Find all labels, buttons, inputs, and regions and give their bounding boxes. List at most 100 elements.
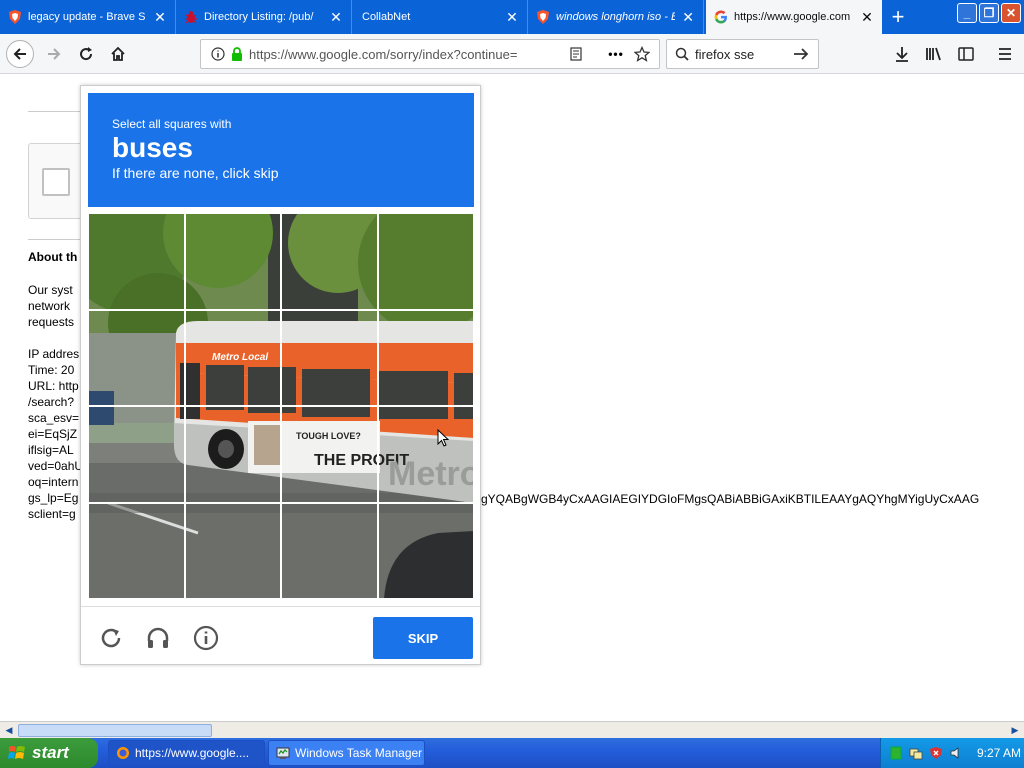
search-bar[interactable]: firefox sse [666, 39, 819, 69]
close-icon[interactable]: ✕ [860, 9, 874, 25]
info-challenge-icon[interactable] [193, 625, 219, 651]
page-actions-icon[interactable]: ••• [603, 41, 629, 67]
grid-tile[interactable] [88, 406, 185, 503]
reload-challenge-icon[interactable] [98, 625, 124, 651]
horizontal-scrollbar[interactable]: ◀ ▶ [0, 721, 1024, 738]
close-icon[interactable]: ✕ [681, 9, 695, 25]
text-line: iflsig=AL [28, 443, 74, 457]
bug-icon [184, 10, 198, 24]
hamburger-menu-icon [999, 48, 1011, 60]
tab-label: windows longhorn iso - B [556, 11, 676, 23]
tab-legacy-update[interactable]: legacy update - Brave S ✕ [0, 0, 176, 34]
text-line: IP addres [28, 347, 80, 361]
grid-tile[interactable] [281, 502, 378, 599]
brave-shield-icon [536, 10, 550, 24]
downloads-button[interactable] [888, 40, 916, 68]
minimize-button[interactable]: _ [957, 3, 977, 23]
grid-tile[interactable] [184, 309, 281, 406]
brave-shield-icon [8, 10, 22, 24]
search-go-arrow-icon[interactable] [788, 41, 814, 67]
sidebar-icon [958, 47, 974, 61]
url-text[interactable]: https://www.google.com/sorry/index?conti… [249, 47, 563, 62]
audio-challenge-icon[interactable] [145, 625, 171, 651]
start-button[interactable]: start [0, 738, 98, 768]
library-button[interactable] [920, 40, 948, 68]
tab-google[interactable]: https://www.google.com ✕ [706, 0, 882, 34]
taskbar-item-task-manager[interactable]: Windows Task Manager [268, 740, 425, 766]
window-controls: _ ❐ ✕ [957, 3, 1021, 23]
tab-collabnet[interactable]: CollabNet ✕ [352, 0, 528, 34]
tab-label: https://www.google.com [734, 11, 851, 23]
text-line: gs_lp=Eg [28, 491, 79, 505]
text-line: ei=EqSjZ [28, 427, 78, 441]
library-icon [926, 47, 941, 61]
grid-tile[interactable] [184, 213, 281, 310]
close-icon[interactable]: ✕ [505, 9, 519, 25]
reload-icon [80, 47, 93, 61]
close-icon[interactable]: ✕ [153, 9, 167, 25]
tray-network-icon[interactable] [909, 746, 923, 760]
divider [28, 239, 88, 240]
grid-tile[interactable] [184, 406, 281, 503]
grid-tile[interactable] [88, 309, 185, 406]
grid-tile[interactable] [281, 406, 378, 503]
forward-button[interactable] [40, 40, 68, 68]
reload-button[interactable] [72, 40, 100, 68]
restore-button[interactable]: ❐ [979, 3, 999, 23]
bookmark-star-icon[interactable] [629, 41, 655, 67]
taskbar-item-label: https://www.google.... [135, 746, 250, 760]
forward-arrow-icon [48, 48, 61, 60]
google-g-icon [714, 10, 728, 24]
mouse-cursor-icon [437, 429, 449, 447]
menu-button[interactable] [991, 40, 1019, 68]
home-button[interactable] [104, 40, 132, 68]
tray-volume-icon[interactable] [949, 746, 963, 760]
tray-security-alert-icon[interactable] [929, 746, 943, 760]
close-window-button[interactable]: ✕ [1001, 3, 1021, 23]
scroll-left-arrow-icon[interactable]: ◀ [1, 723, 17, 738]
back-arrow-icon [13, 48, 26, 60]
firefox-icon [115, 745, 131, 761]
challenge-header: Select all squares with buses If there a… [88, 93, 474, 207]
gs-lp-overflow-text: gYQABgWGB4yCxAAGIAEGIYDGIoFMgsQABiABBiGA… [481, 492, 980, 506]
back-button[interactable] [6, 40, 34, 68]
image-grid: TOUGH LOVE? THE PROFIT Metro Metro Local [88, 213, 474, 599]
grid-tile[interactable] [184, 502, 281, 599]
tab-directory-listing[interactable]: Directory Listing: /pub/ ✕ [176, 0, 352, 34]
grid-tile[interactable] [88, 213, 185, 310]
text-line: Time: 20 [28, 363, 75, 377]
scroll-right-arrow-icon[interactable]: ▶ [1007, 723, 1023, 738]
taskbar-item-label: Windows Task Manager [295, 746, 423, 760]
instruction-text: Select all squares with [112, 117, 232, 131]
taskbar-item-firefox[interactable]: https://www.google.... [108, 740, 265, 766]
grid-tile[interactable] [377, 502, 474, 599]
grid-tile[interactable] [377, 213, 474, 310]
search-input[interactable]: firefox sse [695, 47, 788, 62]
grid-tile[interactable] [377, 309, 474, 406]
text-line: sca_esv= [28, 411, 80, 425]
url-bar[interactable]: https://www.google.com/sorry/index?conti… [200, 39, 660, 69]
about-text: Our syst network requests IP addres Time… [28, 282, 83, 522]
tab-label: legacy update - Brave S [28, 11, 146, 23]
skip-button[interactable]: SKIP [373, 617, 473, 659]
grid-tile[interactable] [88, 502, 185, 599]
text-line: /search? [28, 395, 75, 409]
text-line: URL: http [28, 379, 79, 393]
grid-tile[interactable] [281, 309, 378, 406]
tab-windows-longhorn[interactable]: windows longhorn iso - B ✕ [528, 0, 704, 34]
text-line: ved=0ahU [28, 459, 84, 473]
close-icon[interactable]: ✕ [329, 9, 343, 25]
new-tab-button[interactable]: + [885, 4, 911, 30]
sidebar-toggle-button[interactable] [952, 40, 980, 68]
grid-tile[interactable] [377, 406, 474, 503]
system-tray: 9:27 AM [880, 738, 1024, 768]
tray-green-monitor-icon[interactable] [889, 746, 903, 760]
reader-view-icon[interactable] [563, 41, 589, 67]
text-line [28, 330, 83, 346]
grid-tile[interactable] [281, 213, 378, 310]
scrollbar-thumb[interactable] [18, 724, 212, 737]
recaptcha-checkbox[interactable] [42, 168, 70, 196]
home-icon [111, 46, 125, 61]
navigation-toolbar: https://www.google.com/sorry/index?conti… [0, 34, 1024, 74]
info-icon[interactable] [205, 41, 231, 67]
